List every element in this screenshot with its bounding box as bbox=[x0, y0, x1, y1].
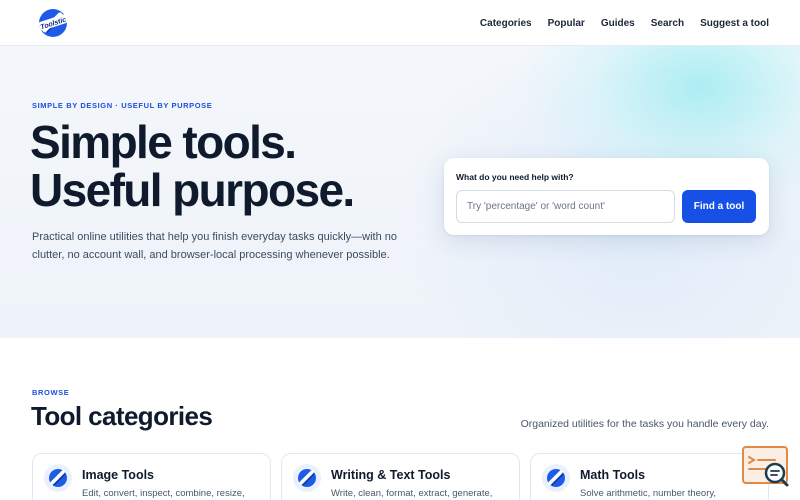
hero-section: SIMPLE BY DESIGN · USEFUL BY PURPOSE Sim… bbox=[0, 46, 800, 338]
category-title: Math Tools bbox=[580, 468, 646, 482]
browse-eyebrow: BROWSE bbox=[32, 388, 70, 397]
browse-subtitle: Organized utilities for the tasks you ha… bbox=[520, 418, 769, 430]
category-description: Solve arithmetic, number theory, bbox=[580, 488, 717, 499]
category-title: Writing & Text Tools bbox=[331, 468, 451, 482]
main-nav: Categories Popular Guides Search Suggest… bbox=[480, 0, 769, 46]
category-description: Edit, convert, inspect, combine, resize, bbox=[82, 488, 245, 499]
hero-title: Simple tools. Useful purpose. bbox=[30, 116, 355, 216]
nav-categories[interactable]: Categories bbox=[480, 18, 532, 29]
globe-icon bbox=[542, 464, 570, 492]
category-description: Write, clean, format, extract, generate, bbox=[331, 488, 493, 499]
find-tool-button[interactable]: Find a tool bbox=[682, 190, 756, 223]
category-title: Image Tools bbox=[82, 468, 155, 482]
nav-suggest-tool[interactable]: Suggest a tool bbox=[700, 18, 769, 29]
nav-popular[interactable]: Popular bbox=[548, 18, 585, 29]
category-card-math-tools[interactable]: Math Tools Solve arithmetic, number theo… bbox=[530, 453, 769, 500]
hero-description: Practical online utilities that help you… bbox=[32, 231, 398, 261]
nav-search[interactable]: Search bbox=[651, 18, 684, 29]
browse-title: Tool categories bbox=[31, 401, 213, 431]
globe-icon bbox=[44, 464, 72, 492]
search-document-icon[interactable] bbox=[741, 445, 791, 489]
category-card-writing-text-tools[interactable]: Writing & Text Tools Write, clean, forma… bbox=[281, 453, 520, 500]
search-input[interactable] bbox=[456, 190, 675, 223]
category-cards: Image Tools Edit, convert, inspect, comb… bbox=[32, 453, 770, 500]
search-label: What do you need help with? bbox=[456, 172, 574, 182]
category-card-image-tools[interactable]: Image Tools Edit, convert, inspect, comb… bbox=[32, 453, 271, 500]
globe-icon bbox=[293, 464, 321, 492]
hero-title-line1: Simple tools. bbox=[30, 116, 297, 168]
site-header: Toolstic Categories Popular Guides Searc… bbox=[0, 0, 800, 46]
search-card: What do you need help with? Find a tool bbox=[444, 158, 769, 235]
hero-eyebrow: SIMPLE BY DESIGN · USEFUL BY PURPOSE bbox=[32, 101, 213, 110]
nav-guides[interactable]: Guides bbox=[601, 18, 635, 29]
hero-title-line2: Useful purpose. bbox=[30, 164, 355, 216]
toolstic-logo[interactable]: Toolstic bbox=[36, 6, 70, 40]
